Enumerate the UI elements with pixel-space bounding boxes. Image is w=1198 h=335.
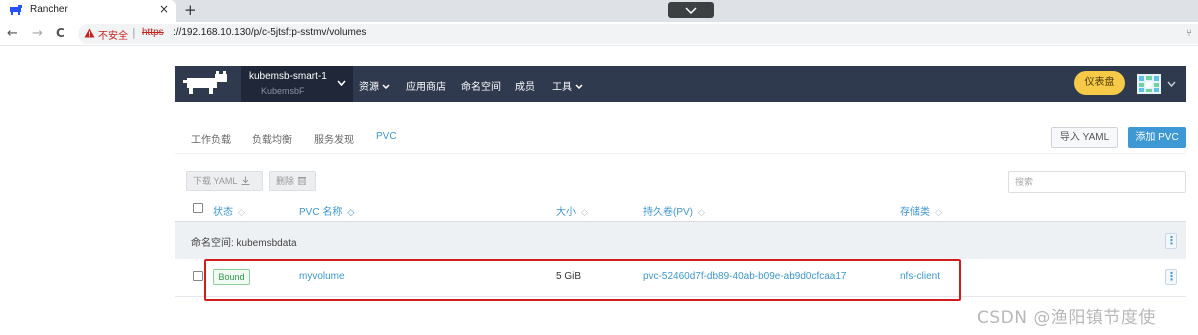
chevron-down-icon [337, 80, 346, 86]
tab-close-icon[interactable]: × [159, 2, 169, 16]
chevron-down-icon [685, 7, 697, 14]
tab-pvc[interactable]: PVC [376, 131, 397, 142]
search-input[interactable] [1008, 171, 1186, 193]
add-pvc-button[interactable]: 添加 PVC [1128, 127, 1186, 148]
sort-icon: ◇ [698, 207, 705, 217]
tab-search-button[interactable] [668, 2, 714, 18]
watermark: CSDN @渔阳镇节度使 [977, 308, 1156, 328]
cluster-selector[interactable]: kubemsb-smart-1 KubemsbF [241, 66, 353, 102]
tab-service-discovery[interactable]: 服务发现 [314, 131, 354, 146]
sort-icon: ◇ [238, 207, 245, 217]
row-checkbox[interactable] [193, 271, 203, 281]
rancher-favicon-icon [10, 5, 22, 15]
rancher-header: kubemsb-smart-1 KubemsbF 资源 应用商店 命名空间 成员… [175, 66, 1186, 102]
delete-button[interactable]: 删除 [269, 171, 316, 191]
download-icon [241, 176, 250, 185]
column-size[interactable]: 大小 ◇ [556, 203, 588, 218]
sort-icon: ◇ [581, 207, 588, 217]
tab-workloads[interactable]: 工作负载 [191, 131, 231, 146]
trash-icon [298, 177, 307, 185]
row-actions-menu[interactable]: ⋮ [1165, 269, 1177, 285]
tabs-divider [175, 153, 1186, 154]
sort-icon: ◇ [347, 207, 355, 217]
namespace-group-label: 命名空间: kubemsbdata [191, 238, 297, 249]
sort-icon: ◇ [935, 207, 942, 217]
import-yaml-button[interactable]: 导入 YAML [1051, 127, 1118, 148]
forward-icon[interactable]: → [32, 27, 43, 40]
nav-namespaces[interactable]: 命名空间 [461, 78, 501, 93]
share-icon[interactable]: ⑂ [1186, 28, 1192, 39]
tab-load-balancing[interactable]: 负载均衡 [252, 131, 292, 146]
nav-resources-label: 资源 [359, 82, 379, 93]
column-storage-class-label: 存储类 [900, 207, 930, 218]
warning-icon [84, 28, 95, 38]
column-pvc-name[interactable]: PVC 名称 ◇ [299, 203, 354, 218]
new-tab-icon[interactable]: + [184, 1, 197, 19]
download-yaml-button[interactable]: 下载 YAML [186, 171, 263, 191]
delete-label: 删除 [276, 176, 295, 186]
column-persistent-volume[interactable]: 持久卷(PV) ◇ [643, 203, 705, 218]
rancher-logo-icon[interactable] [183, 70, 231, 96]
column-storage-class[interactable]: 存储类 ◇ [900, 203, 942, 218]
cluster-name: kubemsb-smart-1 [249, 71, 327, 82]
url-protocol: https [142, 27, 164, 38]
chevron-down-icon [575, 84, 583, 89]
column-status[interactable]: 状态 ◇ [213, 203, 245, 218]
browser-tab-strip: Rancher × + [0, 0, 1198, 22]
url-separator: | [132, 26, 136, 39]
back-icon[interactable]: ← [7, 27, 18, 40]
chevron-down-icon [382, 84, 390, 89]
url-text: ://192.168.10.130/p/c-5jtsf:p-sstmv/volu… [173, 27, 367, 38]
nav-members[interactable]: 成员 [515, 78, 535, 93]
nav-catalog-apps[interactable]: 应用商店 [406, 78, 446, 93]
chevron-down-icon[interactable] [1167, 81, 1176, 87]
column-persistent-volume-label: 持久卷(PV) [643, 207, 693, 218]
nav-tools-label: 工具 [552, 82, 572, 93]
column-pvc-name-label: PVC 名称 [299, 207, 343, 218]
highlight-box [204, 259, 961, 301]
project-name: KubemsbF [261, 86, 305, 96]
select-all-checkbox[interactable] [193, 203, 203, 213]
namespace-group-row: 命名空间: kubemsbdata ⋮ [175, 222, 1186, 259]
nav-tools[interactable]: 工具 [552, 78, 583, 93]
browser-tab-title: Rancher [30, 4, 68, 15]
download-yaml-label: 下载 YAML [193, 176, 238, 186]
avatar[interactable] [1137, 74, 1161, 94]
nav-resources[interactable]: 资源 [359, 78, 390, 93]
dashboard-button[interactable]: 仪表盘 [1074, 71, 1125, 95]
column-size-label: 大小 [556, 207, 576, 218]
reload-icon[interactable]: C [56, 27, 65, 40]
group-actions-menu[interactable]: ⋮ [1165, 233, 1177, 249]
insecure-label[interactable]: 不安全 [98, 27, 128, 42]
browser-toolbar: ← → C 不安全 | https ://192.168.10.130/p/c-… [0, 22, 1198, 46]
browser-tab-rancher[interactable]: Rancher × [0, 0, 176, 22]
column-status-label: 状态 [213, 207, 233, 218]
